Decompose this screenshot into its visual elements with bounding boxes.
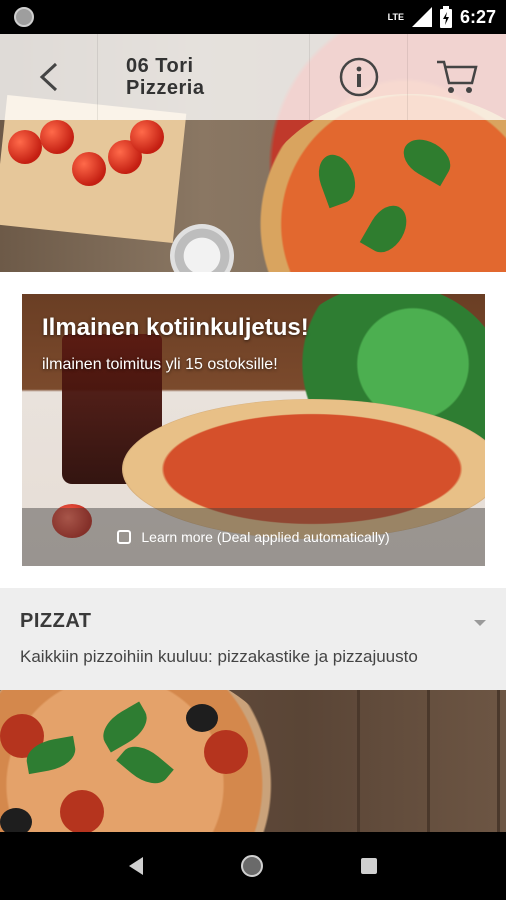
salami-decor xyxy=(204,730,248,774)
notification-dot-icon xyxy=(14,7,34,27)
tomato-decor xyxy=(72,152,106,186)
page-title: 06 Tori Pizzeria xyxy=(126,55,205,99)
tag-icon xyxy=(117,530,132,544)
salami-decor xyxy=(60,790,104,832)
system-nav-bar xyxy=(0,832,506,900)
promo-banner[interactable]: Ilmainen kotiinkuljetus! ilmainen toimit… xyxy=(22,294,485,566)
category-image xyxy=(0,690,506,832)
tomato-decor xyxy=(130,120,164,154)
status-right-group: LTE 6:27 xyxy=(388,6,496,28)
dropdown-arrow-icon[interactable] xyxy=(474,620,486,626)
status-time: 6:27 xyxy=(459,6,496,27)
olive-decor xyxy=(186,704,218,732)
wood-plank-decor xyxy=(360,690,430,832)
back-button[interactable] xyxy=(0,34,98,120)
tomato-decor xyxy=(8,130,42,164)
nav-back-icon[interactable] xyxy=(129,857,143,875)
nav-recents-icon[interactable] xyxy=(361,858,377,874)
promo-section: Ilmainen kotiinkuljetus! ilmainen toimit… xyxy=(0,272,506,588)
info-button[interactable] xyxy=(310,34,408,120)
learn-more-link[interactable]: Learn more (Deal applied automatically) xyxy=(141,529,389,545)
wood-plank-decor xyxy=(430,690,500,832)
category-title: PIZZAT xyxy=(20,610,92,632)
app-screen: LTE 6:27 06 Tori Pizzeria Ilmainen kotii… xyxy=(0,0,506,900)
olive-decor xyxy=(0,808,32,832)
signal-icon xyxy=(411,7,432,27)
wood-plank-decor xyxy=(290,690,360,832)
toolbar-title-cell: 06 Tori Pizzeria xyxy=(98,34,310,120)
status-bar: LTE 6:27 xyxy=(0,0,506,34)
network-type-label: LTE xyxy=(387,12,404,22)
tomato-decor xyxy=(40,120,74,154)
learn-more-bar[interactable]: Learn more (Deal applied automatically) xyxy=(22,508,485,566)
pizza-cutter-decor xyxy=(170,224,234,272)
nav-home-icon[interactable] xyxy=(241,855,263,877)
category-header-pizzat[interactable]: PIZZAT Kaikkiin pizzoihiin kuuluu: pizza… xyxy=(0,588,506,690)
promo-subtitle: ilmainen toimitus yli 15 ostoksille! xyxy=(42,356,278,373)
info-icon xyxy=(339,57,378,97)
app-toolbar: 06 Tori Pizzeria xyxy=(0,34,506,120)
cart-icon xyxy=(437,60,478,93)
cart-button[interactable] xyxy=(408,34,506,120)
category-description: Kaikkiin pizzoihiin kuuluu: pizzakastike… xyxy=(20,647,418,666)
battery-icon xyxy=(439,6,452,28)
promo-title: Ilmainen kotiinkuljetus! xyxy=(42,314,309,341)
back-arrow-icon xyxy=(39,62,57,92)
